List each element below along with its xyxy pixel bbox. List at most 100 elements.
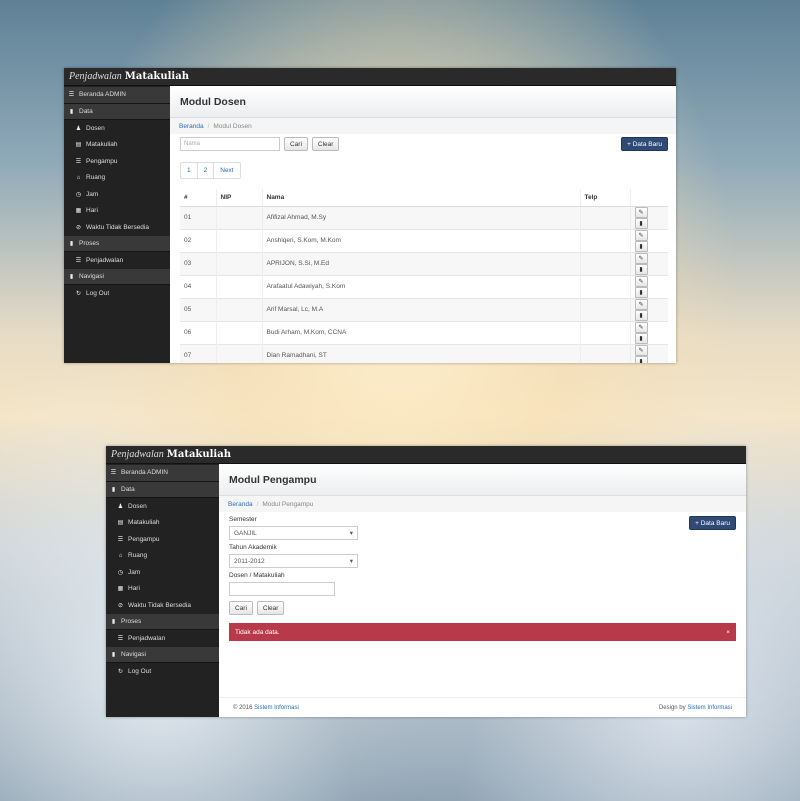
- empty-data-alert: Tidak ada data. ×: [229, 623, 736, 641]
- sidebar-item-pengampu[interactable]: ☰ Pengampu: [64, 153, 170, 170]
- cell-nip: [216, 251, 263, 275]
- edit-icon[interactable]: ✎: [634, 298, 648, 310]
- trash-icon[interactable]: ▮: [634, 355, 648, 363]
- sidebar-item-ruang[interactable]: ⌂ Ruang: [106, 547, 219, 564]
- breadcrumb-home-link[interactable]: Beranda: [228, 501, 253, 508]
- trash-icon[interactable]: ▮: [634, 217, 648, 229]
- sidebar-item-matakuliah[interactable]: ▤ Matakuliah: [106, 514, 219, 531]
- col-header-no[interactable]: #: [180, 189, 217, 207]
- search-button[interactable]: Cari: [229, 601, 253, 615]
- cell-telp: [580, 274, 631, 298]
- sidebar-item-label: Ruang: [128, 552, 148, 560]
- footer-design-credit: Design by Sistem Informasi: [659, 705, 732, 711]
- trash-icon[interactable]: ▮: [634, 332, 648, 344]
- cell-nama: Arif Marsal, Lc, M.A: [262, 297, 581, 321]
- sidebar-item-penjadwalan[interactable]: ☰ Penjadwalan: [106, 630, 219, 647]
- col-header-nip[interactable]: NIP: [216, 189, 263, 207]
- sidebar-item-beranda-admin[interactable]: ☰ Beranda ADMIN: [106, 465, 219, 482]
- add-data-button[interactable]: + Data Baru: [621, 137, 668, 151]
- trash-icon[interactable]: ▮: [634, 309, 648, 321]
- cell-actions: ✎▮: [630, 274, 668, 298]
- window-modul-dosen: Penjadwalan Matakuliah ☰ Beranda ADMIN ▮ Da…: [64, 68, 676, 363]
- form-buttons: Cari Clear: [225, 601, 736, 615]
- search-input[interactable]: Nama: [180, 137, 280, 151]
- sidebar-item-navigasi[interactable]: ▮ Navigasi: [106, 646, 219, 663]
- edit-icon[interactable]: ✎: [634, 206, 648, 218]
- clear-button[interactable]: Clear: [311, 137, 340, 151]
- sidebar-item-hari[interactable]: ▦ Hari: [64, 202, 170, 219]
- sidebar-item-jam[interactable]: ◷ Jam: [106, 564, 219, 581]
- cell-nama: Anshiqeri, S.Kom, M.Kom: [262, 228, 581, 252]
- add-data-button[interactable]: + Data Baru: [689, 516, 736, 530]
- table-header-row: # NIP Nama Telp: [180, 189, 668, 207]
- table-row: 07 Dian Ramadhani, ST ✎▮: [180, 343, 668, 363]
- close-icon[interactable]: ×: [726, 629, 730, 636]
- sidebar-item-hari[interactable]: ▦ Hari: [106, 580, 219, 597]
- brand-bold[interactable]: Matakuliah: [167, 449, 231, 460]
- sidebar-item-data[interactable]: ▮ Data: [64, 103, 170, 120]
- sidebar-item-jam[interactable]: ◷ Jam: [64, 186, 170, 203]
- sidebar-item-waktu-tidak-bersedia[interactable]: ⊘ Waktu Tidak Bersedia: [64, 219, 170, 236]
- filter-form: + Data Baru Semester GANJIL ▾ Tahun Akad…: [219, 512, 746, 615]
- sidebar-item-label: Navigasi: [79, 272, 104, 280]
- trash-icon[interactable]: ▮: [634, 286, 648, 298]
- sidebar-item-log-out[interactable]: ↻ Log Out: [106, 663, 219, 680]
- trash-icon[interactable]: ▮: [634, 263, 648, 275]
- sidebar-item-penjadwalan[interactable]: ☰ Penjadwalan: [64, 252, 170, 269]
- cell-nama: Dian Ramadhani, ST: [262, 343, 581, 363]
- breadcrumb: Beranda / Modul Pengampu: [219, 496, 746, 512]
- sidebar-item-label: Proses: [121, 617, 142, 625]
- breadcrumb: Beranda / Modul Dosen: [170, 118, 676, 134]
- sidebar-item-label: Hari: [128, 585, 140, 593]
- sidebar-item-label: Log Out: [86, 289, 110, 297]
- footer-copyright-link[interactable]: Sistem Informasi: [254, 705, 299, 711]
- cell-actions: ✎▮: [630, 205, 668, 229]
- sidebar-item-proses[interactable]: ▮ Proses: [106, 613, 219, 630]
- sidebar-item-data[interactable]: ▮ Data: [106, 481, 219, 498]
- page-link[interactable]: 2: [198, 163, 215, 178]
- edit-icon[interactable]: ✎: [634, 321, 648, 333]
- sidebar-item-label: Data: [121, 485, 135, 493]
- page-link[interactable]: Next: [214, 163, 239, 178]
- user-icon: ♟: [117, 503, 124, 510]
- breadcrumb-home-link[interactable]: Beranda: [179, 123, 204, 130]
- edit-icon[interactable]: ✎: [634, 344, 648, 356]
- cell-telp: [580, 297, 631, 321]
- sidebar-item-log-out[interactable]: ↻ Log Out: [64, 285, 170, 302]
- sidebar-item-dosen[interactable]: ♟ Dosen: [64, 120, 170, 137]
- footer-design-link[interactable]: Sistem Informasi: [687, 705, 732, 711]
- page-link[interactable]: 1: [181, 163, 198, 178]
- trash-icon[interactable]: ▮: [634, 240, 648, 252]
- dosen-matakuliah-input[interactable]: [229, 582, 335, 596]
- sidebar-item-pengampu[interactable]: ☰ Pengampu: [106, 531, 219, 548]
- sidebar-item-dosen[interactable]: ♟ Dosen: [106, 498, 219, 515]
- sidebar-item-waktu-tidak-bersedia[interactable]: ⊘ Waktu Tidak Bersedia: [106, 597, 219, 614]
- table-row: 06 Budi Arham, M.Kom, CCNA ✎▮: [180, 320, 668, 344]
- semester-select[interactable]: GANJIL ▾: [229, 526, 358, 540]
- home-icon: ⌂: [76, 174, 81, 181]
- sidebar-item-matakuliah[interactable]: ▤ Matakuliah: [64, 136, 170, 153]
- col-header-actions: [630, 189, 668, 207]
- book-icon: ▮: [69, 273, 74, 280]
- cell-nama: Arafaatul Adawiyah, S.Kom: [262, 274, 581, 298]
- cell-nip: [216, 274, 263, 298]
- edit-icon[interactable]: ✎: [634, 275, 648, 287]
- search-button[interactable]: Cari: [284, 137, 308, 151]
- tahun-akademik-select[interactable]: 2011-2012 ▾: [229, 554, 358, 568]
- sidebar-item-label: Waktu Tidak Bersedia: [128, 601, 191, 609]
- page-title: Modul Dosen: [180, 95, 246, 108]
- edit-icon[interactable]: ✎: [634, 252, 648, 264]
- col-header-telp[interactable]: Telp: [580, 189, 631, 207]
- sidebar-item-proses[interactable]: ▮ Proses: [64, 235, 170, 252]
- brand-italic[interactable]: Penjadwalan: [69, 71, 122, 82]
- brand-italic[interactable]: Penjadwalan: [111, 449, 164, 460]
- clear-button[interactable]: Clear: [256, 601, 285, 615]
- col-header-nama[interactable]: Nama: [262, 189, 581, 207]
- cell-telp: [580, 251, 631, 275]
- caret-down-icon: ▾: [349, 558, 353, 565]
- edit-icon[interactable]: ✎: [634, 229, 648, 241]
- brand-bold[interactable]: Matakuliah: [125, 71, 189, 82]
- sidebar-item-beranda-admin[interactable]: ☰ Beranda ADMIN: [64, 87, 170, 104]
- sidebar-item-navigasi[interactable]: ▮ Navigasi: [64, 268, 170, 285]
- sidebar-item-ruang[interactable]: ⌂ Ruang: [64, 169, 170, 186]
